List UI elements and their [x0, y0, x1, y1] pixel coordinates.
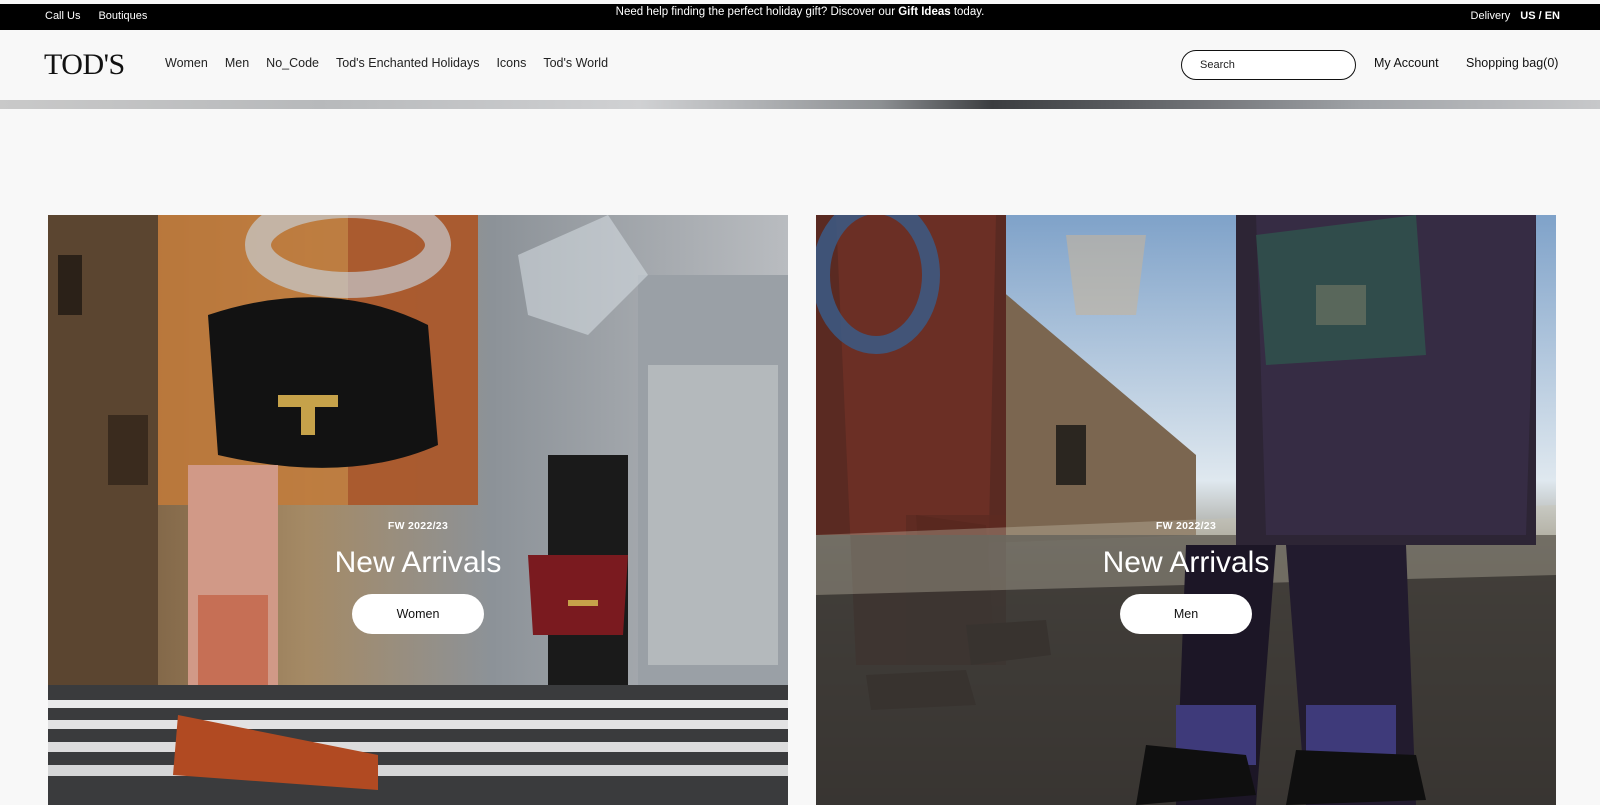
season-label: FW 2022/23: [387, 520, 449, 532]
nav-item-icons[interactable]: Icons: [496, 56, 526, 70]
brand-logo[interactable]: TOD'S: [44, 48, 125, 82]
site-header: TOD'S Women Men No_Code Tod's Enchanted …: [0, 30, 1600, 100]
search-input[interactable]: [1181, 50, 1356, 80]
promo-message: Need help finding the perfect holiday gi…: [0, 6, 1600, 18]
my-account-link[interactable]: My Account: [1374, 56, 1439, 70]
women-arrivals-card[interactable]: FW 2022/23 New Arrivals Women: [48, 215, 788, 805]
language-selector[interactable]: US / EN: [1520, 10, 1560, 22]
shopping-bag-link[interactable]: Shopping bag(0): [1466, 56, 1558, 70]
nav-item-enchanted-holidays[interactable]: Tod's Enchanted Holidays: [336, 56, 479, 70]
men-arrivals-card[interactable]: FW 2022/23 New Arrivals Men: [816, 215, 1556, 805]
card-title: New Arrivals: [334, 546, 502, 579]
nav-item-no-code[interactable]: No_Code: [266, 56, 319, 70]
promo-text-prefix: Need help finding the perfect holiday gi…: [615, 6, 899, 18]
topbar-right-links: Delivery US / EN: [1471, 10, 1560, 22]
nav-item-women[interactable]: Women: [165, 56, 208, 70]
season-label: FW 2022/23: [1155, 520, 1217, 532]
announcement-bar: Call Us Boutiques Need help finding the …: [0, 4, 1600, 30]
main-nav: Women Men No_Code Tod's Enchanted Holida…: [165, 56, 608, 70]
men-campaign-image: [816, 215, 1556, 805]
nav-item-men[interactable]: Men: [225, 56, 249, 70]
gift-ideas-link[interactable]: Gift Ideas: [898, 6, 950, 18]
shop-women-button[interactable]: Women: [352, 594, 484, 634]
women-card-overlay: FW 2022/23 New Arrivals Women: [48, 520, 788, 634]
shop-men-button[interactable]: Men: [1120, 594, 1252, 634]
nav-item-tods-world[interactable]: Tod's World: [543, 56, 608, 70]
women-campaign-image: [48, 215, 788, 805]
delivery-link[interactable]: Delivery: [1471, 10, 1511, 22]
promo-text-suffix: today.: [950, 6, 985, 18]
card-title: New Arrivals: [1102, 546, 1270, 579]
hero-image-strip: [0, 100, 1600, 109]
men-card-overlay: FW 2022/23 New Arrivals Men: [816, 520, 1556, 634]
